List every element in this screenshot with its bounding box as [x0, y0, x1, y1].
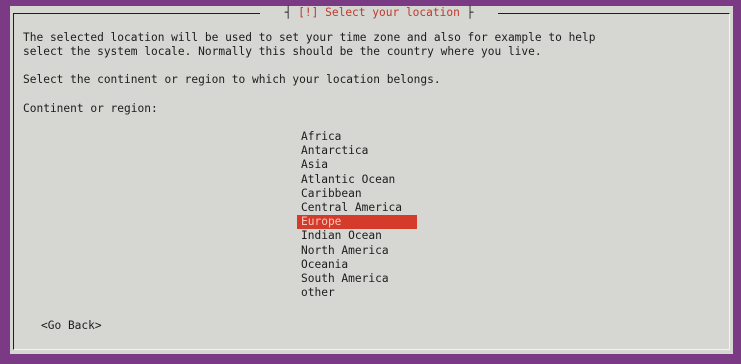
- region-list[interactable]: Africa Antarctica Asia Atlantic Ocean Ca…: [297, 130, 417, 300]
- region-item-other[interactable]: other: [297, 286, 417, 300]
- dialog-description: The selected location will be used to se…: [23, 31, 596, 58]
- region-item-atlantic-ocean[interactable]: Atlantic Ocean: [297, 173, 417, 187]
- region-item-central-america[interactable]: Central America: [297, 201, 417, 215]
- region-item-indian-ocean[interactable]: Indian Ocean: [297, 229, 417, 243]
- region-item-caribbean[interactable]: Caribbean: [297, 187, 417, 201]
- region-item-asia[interactable]: Asia: [297, 158, 417, 172]
- go-back-button[interactable]: <Go Back>: [41, 319, 102, 332]
- location-dialog: ┤ [!] Select your location ├ The selecte…: [10, 6, 733, 354]
- region-item-africa[interactable]: Africa: [297, 130, 417, 144]
- title-right-bracket: ├: [459, 6, 474, 19]
- region-item-north-america[interactable]: North America: [297, 244, 417, 258]
- dialog-title-text: [!] Select your location: [298, 6, 460, 19]
- region-item-antarctica[interactable]: Antarctica: [297, 144, 417, 158]
- region-item-south-america[interactable]: South America: [297, 272, 417, 286]
- dialog-title: ┤ [!] Select your location ├: [260, 6, 498, 20]
- region-list-label: Continent or region:: [23, 102, 158, 115]
- region-item-oceania[interactable]: Oceania: [297, 258, 417, 272]
- title-left-bracket: ┤: [284, 6, 299, 19]
- dialog-prompt: Select the continent or region to which …: [23, 73, 441, 86]
- region-item-europe[interactable]: Europe: [297, 215, 417, 230]
- installer-screen: ┤ [!] Select your location ├ The selecte…: [0, 0, 741, 364]
